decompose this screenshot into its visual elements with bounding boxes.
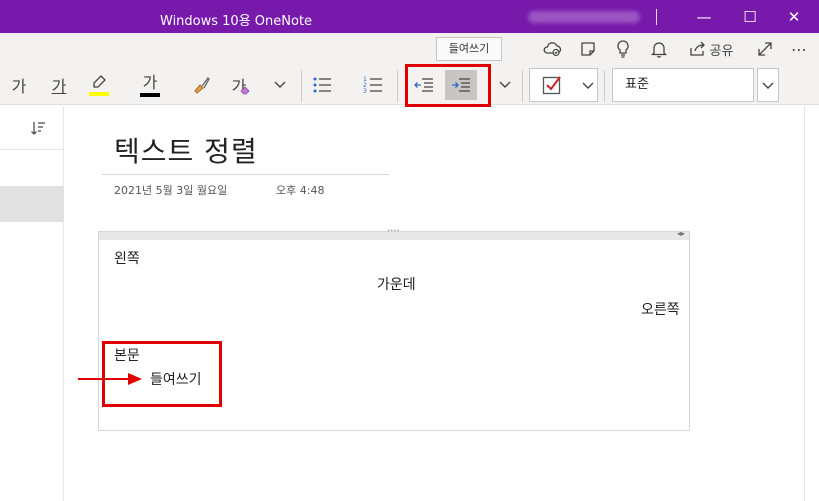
more-options-icon[interactable]: ⋯ [788,38,810,60]
highlight-button[interactable] [86,70,112,100]
page-list-pane [0,106,64,501]
ribbon-separator [604,70,605,102]
expand-icon[interactable] [754,38,776,60]
highlighter-icon [93,75,106,88]
sort-icon[interactable] [30,120,46,139]
close-button[interactable]: ✕ [782,6,806,28]
paragraph-more-dropdown[interactable] [494,70,516,100]
text-line-right[interactable]: 오른쪽 [641,299,680,319]
text-line-left[interactable]: 왼쪽 [114,248,140,268]
eraser-icon [240,86,250,95]
font-color-label: 가 [142,72,158,92]
page-title[interactable]: 텍스트 정렬 [114,130,258,170]
page-time: 오후 4:48 [276,184,325,197]
ribbon-separator [522,70,523,102]
maximize-button[interactable]: ☐ [738,6,762,28]
style-selector[interactable]: 표준 [612,68,754,102]
share-label: 공유 [709,43,734,59]
page-list-divider [0,149,64,150]
sync-icon[interactable] [540,38,564,60]
chevron-down-icon [582,82,594,89]
font-color-bar [140,92,160,97]
title-separator [656,9,657,25]
bell-icon[interactable] [647,38,671,60]
font-style-button[interactable]: 가 [6,70,32,100]
page-list-item-selected[interactable] [0,186,64,222]
tag-selector[interactable] [529,68,598,102]
blurred-account-name [528,11,640,23]
font-color-button[interactable]: 가 [137,70,163,100]
page-title-underline [102,174,389,175]
text-line-center[interactable]: 가운데 [377,274,416,294]
indent-tooltip: 들여쓰기 [436,37,502,61]
bullet-list-icon [313,77,331,93]
container-drag-bar[interactable]: ···· ◂▸ [99,226,689,240]
font-more-dropdown[interactable] [269,70,291,100]
ribbon-separator [301,70,302,102]
bullet-list-button[interactable] [309,70,335,100]
clear-formatting-button[interactable]: 가 [228,70,254,100]
format-painter-button[interactable] [188,70,214,100]
indent-highlight-box [405,64,491,107]
drag-handle-icon[interactable]: ···· [387,226,400,237]
todo-checkbox-icon [542,76,561,95]
numbered-list-button[interactable]: 123 [360,70,386,100]
numbered-list-icon: 123 [363,76,382,95]
brush-icon [194,77,210,94]
lightbulb-icon[interactable] [611,38,635,60]
chevron-down-icon [274,81,286,88]
svg-text:3: 3 [363,88,367,95]
share-button[interactable]: 공유 [685,38,737,60]
share-icon [689,41,705,56]
chevron-down-icon [762,82,774,89]
window-title: Windows 10용 OneNote [160,14,313,29]
underline-button[interactable]: 가 [46,70,72,100]
highlight-color-bar [89,92,109,96]
ribbon-separator [397,70,398,102]
red-arrow-icon [78,373,142,385]
sticky-note-icon[interactable] [576,38,600,60]
title-bar: Windows 10용 OneNote — ☐ ✕ [0,0,819,33]
style-dropdown[interactable] [757,68,779,102]
vertical-scrollbar[interactable] [804,106,819,501]
chevron-down-icon [499,81,511,88]
page-date: 2021년 5월 3일 월요일 [114,184,228,197]
minimize-button[interactable]: — [692,6,716,28]
resize-handle-icon[interactable]: ◂▸ [677,229,685,238]
